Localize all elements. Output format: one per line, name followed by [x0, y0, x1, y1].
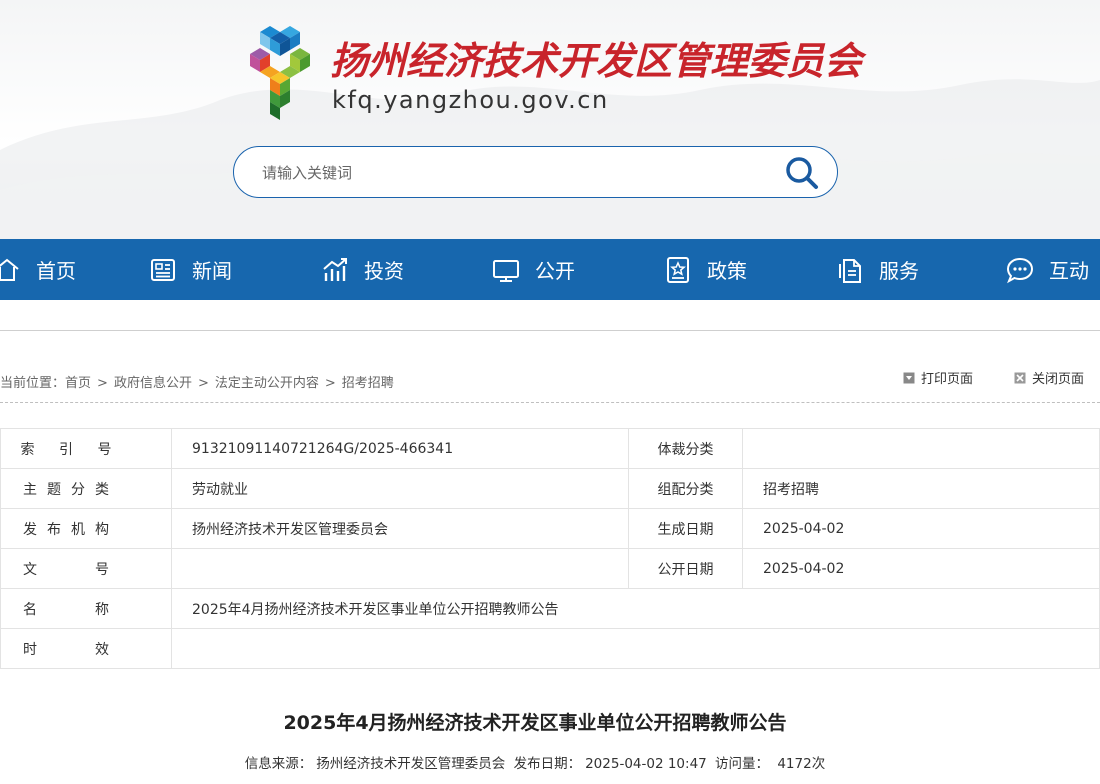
- nav-item-service[interactable]: 服务: [835, 239, 919, 300]
- views-value: 4172次: [777, 756, 826, 772]
- article-meta: 信息来源： 扬州经济技术开发区管理委员会 发布日期： 2025-04-02 10:4…: [0, 752, 1070, 772]
- info-value-category: 招考招聘: [742, 468, 1100, 509]
- table-row: 索 引 号 91321091140721264G/2025-466341 体裁分…: [0, 428, 1100, 469]
- document-info-table: 索 引 号 91321091140721264G/2025-466341 体裁分…: [0, 428, 1100, 669]
- nav-label: 首页: [36, 259, 76, 283]
- nav-label: 投资: [364, 259, 404, 283]
- divider: [0, 330, 1100, 331]
- breadcrumb-separator: >: [324, 376, 336, 391]
- breadcrumb-item-statutory[interactable]: 法定主动公开内容: [215, 376, 319, 391]
- site-domain: kfq.yangzhou.gov.cn: [332, 86, 609, 114]
- chat-bubble-icon: [1006, 257, 1034, 283]
- close-label: 关闭页面: [1032, 372, 1085, 387]
- monitor-icon: [493, 259, 519, 282]
- main-nav: 首页 新闻 投资 公开 政策 服务 互动: [0, 239, 1100, 300]
- nav-item-policy[interactable]: 政策: [663, 239, 747, 300]
- nav-label: 新闻: [192, 259, 232, 283]
- table-row: 名 称 2025年4月扬州经济技术开发区事业单位公开招聘教师公告: [0, 588, 1100, 629]
- nav-label: 服务: [879, 259, 919, 283]
- breadcrumb-item-gov-info[interactable]: 政府信息公开: [114, 376, 192, 391]
- breadcrumb-item-recruitment[interactable]: 招考招聘: [342, 376, 394, 391]
- breadcrumb-separator: >: [97, 376, 108, 391]
- info-key: 名 称: [0, 588, 172, 629]
- info-key: 体裁分类: [628, 428, 743, 469]
- nav-item-interact[interactable]: 互动: [1005, 239, 1089, 300]
- info-value-doc-number: [171, 548, 629, 589]
- nav-item-news[interactable]: 新闻: [148, 239, 232, 300]
- table-row: 发布机构 扬州经济技术开发区管理委员会 生成日期 2025-04-02: [0, 508, 1100, 549]
- print-label: 打印页面: [921, 372, 974, 387]
- dashed-divider: [0, 402, 1100, 403]
- search-icon[interactable]: [785, 156, 819, 190]
- document-copy-icon: [839, 258, 861, 283]
- close-page-button[interactable]: 关闭页面: [1014, 368, 1084, 387]
- views-label: 访问量：: [715, 756, 770, 772]
- info-key: 组配分类: [628, 468, 743, 509]
- breadcrumb-separator: >: [197, 376, 209, 391]
- info-key: 生成日期: [628, 508, 743, 549]
- info-value-name: 2025年4月扬州经济技术开发区事业单位公开招聘教师公告: [171, 588, 1100, 629]
- info-value-index: 91321091140721264G/2025-466341: [171, 428, 629, 469]
- info-value-publisher: 扬州经济技术开发区管理委员会: [171, 508, 629, 549]
- info-value-genre: [742, 428, 1100, 469]
- nav-label: 公开: [535, 259, 575, 283]
- print-icon: [903, 372, 915, 383]
- info-value-topic: 劳动就业: [171, 468, 629, 509]
- close-icon: [1014, 372, 1026, 383]
- policy-star-icon: [667, 256, 689, 283]
- info-key: 时 效: [0, 628, 172, 669]
- info-key: 发布机构: [0, 508, 172, 549]
- article-title: 2025年4月扬州经济技术开发区事业单位公开招聘教师公告: [283, 712, 787, 734]
- nav-item-home[interactable]: 首页: [0, 239, 76, 300]
- breadcrumb-item-home[interactable]: 首页: [65, 376, 91, 391]
- source-label: 信息来源：: [244, 756, 313, 772]
- info-key: 文 号: [0, 548, 172, 589]
- site-title: 扬州经济技术开发区管理委员会: [330, 38, 863, 83]
- table-row: 主题分类 劳动就业 组配分类 招考招聘: [0, 468, 1100, 509]
- source-value: 扬州经济技术开发区管理委员会: [316, 756, 506, 772]
- table-row: 时 效: [0, 628, 1100, 669]
- info-value-validity: [171, 628, 1100, 669]
- newspaper-icon: [151, 258, 175, 281]
- breadcrumb: 当前位置：首页 > 政府信息公开 > 法定主动公开内容 > 招考招聘: [0, 372, 394, 391]
- nav-label: 政策: [707, 259, 747, 283]
- date-value: 2025-04-02 10:47: [585, 756, 707, 772]
- search-input[interactable]: [262, 159, 762, 187]
- home-icon: [0, 258, 19, 281]
- info-key: 主题分类: [0, 468, 172, 509]
- nav-label: 互动: [1049, 259, 1089, 283]
- print-button[interactable]: 打印页面: [903, 368, 973, 387]
- growth-chart-icon: [323, 257, 347, 281]
- table-row: 文 号 公开日期 2025-04-02: [0, 548, 1100, 589]
- info-key: 公开日期: [628, 548, 743, 589]
- search-box: [233, 146, 838, 198]
- site-header: 扬州经济技术开发区管理委员会 kfq.yangzhou.gov.cn: [0, 0, 1100, 240]
- nav-item-investment[interactable]: 投资: [320, 239, 404, 300]
- breadcrumb-prefix: 当前位置：: [0, 376, 66, 391]
- nav-item-open[interactable]: 公开: [491, 239, 575, 300]
- info-value-created-date: 2025-04-02: [742, 508, 1100, 549]
- info-key: 索 引 号: [0, 428, 172, 469]
- info-value-publish-date: 2025-04-02: [742, 548, 1100, 589]
- logo-icon: [250, 26, 310, 120]
- date-label: 发布日期：: [513, 756, 582, 772]
